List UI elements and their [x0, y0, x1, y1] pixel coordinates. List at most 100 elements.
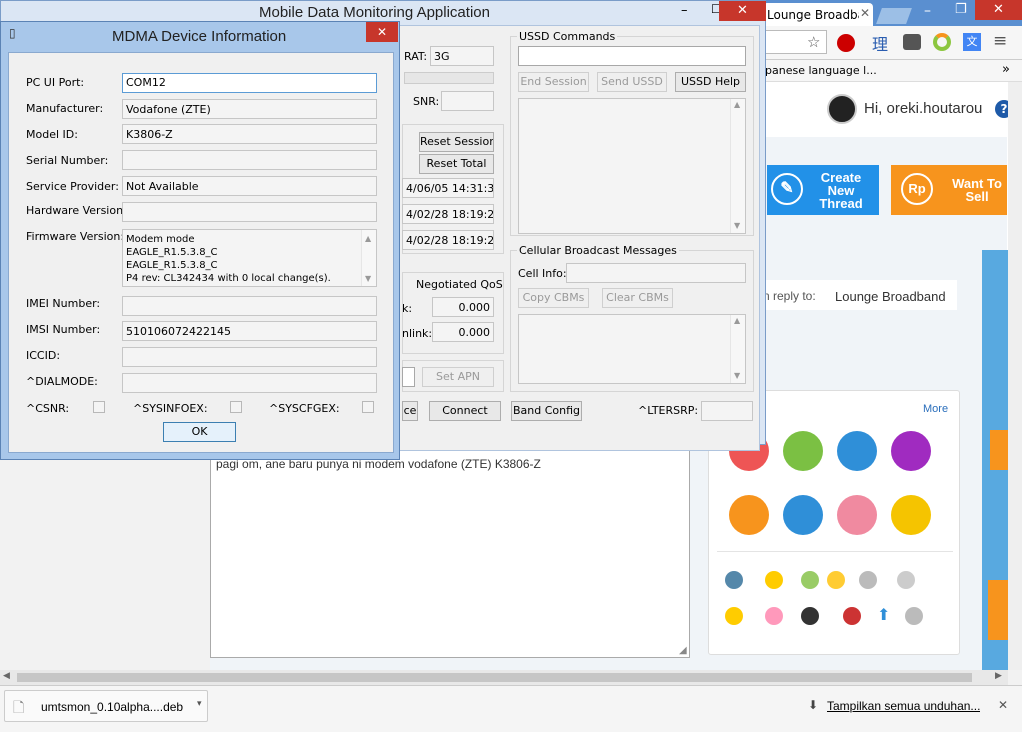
apn-input[interactable] [402, 367, 415, 387]
star-icon[interactable]: ☆ [807, 33, 820, 51]
csnr-checkbox[interactable] [93, 401, 105, 413]
dialog-close-button[interactable]: ✕ [366, 22, 398, 42]
scroll-down-icon[interactable]: ▼ [734, 221, 740, 230]
pc-ui-port-field[interactable]: COM12 [122, 73, 377, 93]
scroll-left-icon[interactable]: ◀ [3, 671, 10, 681]
emoticon-8[interactable] [891, 495, 931, 535]
scroll-thumb[interactable] [17, 673, 972, 682]
serial-number-field [122, 150, 377, 170]
syscfgex-checkbox[interactable] [362, 401, 374, 413]
clear-cbms-button[interactable]: Clear CBMs [602, 288, 673, 308]
cbm-scroll-up-icon[interactable]: ▲ [734, 316, 740, 325]
emoticon-4[interactable] [891, 431, 931, 471]
ussd-scrollbar[interactable]: ▲ ▼ [730, 99, 745, 233]
bookmark-item[interactable]: panese language l... [765, 64, 877, 77]
browser-tabstrip: Lounge Broadban ✕ – ❐ ✕ [757, 0, 1022, 26]
main-close-button[interactable]: ✕ [719, 1, 766, 21]
arrow-up-icon[interactable]: ⬆ [877, 605, 890, 624]
small-emoticon-1[interactable] [725, 571, 743, 589]
site-header: Hi, oreki.houtarou ? [757, 82, 1013, 137]
want-to-sell-button[interactable]: Rp Want To Sell [891, 165, 1007, 215]
small-emoticon-4[interactable] [827, 571, 845, 589]
small-emoticon-9[interactable] [801, 607, 819, 625]
uplink-label: k: [402, 302, 413, 315]
resize-grip-icon[interactable]: ◢ [679, 645, 687, 656]
minimize-icon[interactable]: – [924, 3, 931, 19]
bookmarks-overflow-icon[interactable]: » [1002, 62, 1010, 77]
send-ussd-button[interactable]: Send USSD [597, 72, 667, 92]
ussd-output[interactable]: ▲ ▼ [518, 98, 746, 234]
small-emoticon-6[interactable] [897, 571, 915, 589]
syscfgex-label: ^SYSCFGEX: [269, 402, 340, 415]
extension-icon-1[interactable] [837, 34, 855, 52]
create-thread-button[interactable]: ✎ Create New Thread [767, 165, 879, 215]
page-scrollbar[interactable] [1008, 82, 1022, 670]
device-info-button[interactable]: ce [402, 401, 418, 421]
rat-field: 3G [430, 46, 494, 66]
extension-icon-2[interactable] [903, 34, 921, 50]
dialmode-field [122, 373, 377, 393]
translate-icon[interactable]: 文 [963, 33, 981, 51]
emoticon-7[interactable] [837, 495, 877, 535]
horizontal-scrollbar[interactable]: ◀ ▶ [0, 670, 1008, 685]
firmware-scroll-up-icon[interactable]: ▲ [365, 232, 371, 245]
reply-to-value: Lounge Broadband [835, 289, 946, 304]
emoticon-2[interactable] [783, 431, 823, 471]
small-emoticon-10[interactable] [843, 607, 861, 625]
small-emoticon-2[interactable] [765, 571, 783, 589]
iccid-field [122, 347, 377, 367]
ok-button[interactable]: OK [163, 422, 236, 442]
show-all-downloads-link[interactable]: Tampilkan semua unduhan... [827, 699, 980, 713]
browser-tab[interactable]: Lounge Broadban ✕ [763, 3, 873, 26]
scroll-up-icon[interactable]: ▲ [734, 100, 740, 109]
address-bar[interactable]: ☆ 理 文 ≡ [757, 26, 1022, 60]
extension-icon-3[interactable] [933, 33, 951, 51]
end-session-button[interactable]: End Session [518, 72, 589, 92]
small-emoticon-8[interactable] [765, 607, 783, 625]
small-emoticon-11[interactable] [905, 607, 923, 625]
sysinfoex-checkbox[interactable] [230, 401, 242, 413]
rat-label: RAT: [404, 50, 428, 63]
scroll-right-icon[interactable]: ▶ [995, 671, 1002, 681]
more-link[interactable]: More [923, 403, 948, 415]
small-emoticon-7[interactable] [725, 607, 743, 625]
model-id-label: Model ID: [26, 128, 78, 141]
copy-cbms-button[interactable]: Copy CBMs [518, 288, 589, 308]
imsi-number-label: IMSI Number: [26, 323, 101, 336]
browser-close-button[interactable]: ✕ [975, 0, 1022, 20]
reply-to-label: n reply to: [763, 289, 816, 303]
emoticon-3[interactable] [837, 431, 877, 471]
cbm-output[interactable]: ▲ ▼ [518, 314, 746, 384]
restore-icon[interactable]: ❐ [955, 2, 967, 17]
close-shelf-icon[interactable]: ✕ [998, 698, 1008, 712]
main-minimize-icon[interactable]: – [681, 3, 688, 18]
tab-close-icon[interactable]: ✕ [860, 6, 870, 20]
small-emoticon-5[interactable] [859, 571, 877, 589]
rikaichan-icon[interactable]: 理 [872, 31, 888, 55]
menu-icon[interactable]: ≡ [993, 31, 1007, 51]
download-menu-icon[interactable]: ▾ [197, 699, 202, 709]
cbm-group-label: Cellular Broadcast Messages [517, 244, 679, 257]
new-tab-button[interactable] [876, 8, 912, 24]
ltersrp-label: ^LTERSRP: [638, 404, 699, 417]
download-item[interactable]: 🗋 umtsmon_0.10alpha....deb ▾ [4, 690, 208, 722]
firmware-line-1: Modem mode [126, 234, 195, 245]
cbm-scrollbar[interactable]: ▲ ▼ [730, 315, 745, 383]
uplink-field: 0.000 [432, 297, 494, 317]
emoticon-6[interactable] [783, 495, 823, 535]
reply-editor[interactable]: pagi om, ane baru punya ni modem vodafon… [210, 440, 690, 658]
ussd-input[interactable] [518, 46, 746, 66]
cbm-scroll-down-icon[interactable]: ▼ [734, 371, 740, 380]
set-apn-button[interactable]: Set APN [422, 367, 494, 387]
reset-total-button[interactable]: Reset Total [419, 154, 494, 174]
small-emoticon-3[interactable] [801, 571, 819, 589]
reset-session-button[interactable]: Reset Session [419, 132, 494, 152]
user-greeting[interactable]: Hi, oreki.houtarou [864, 100, 982, 117]
emoticon-5[interactable] [729, 495, 769, 535]
connect-button[interactable]: Connect [429, 401, 501, 421]
avatar[interactable] [827, 94, 857, 124]
firmware-scroll-down-icon[interactable]: ▼ [365, 272, 371, 285]
ussd-help-button[interactable]: USSD Help [675, 72, 746, 92]
firmware-scrollbar[interactable]: ▲ ▼ [361, 230, 376, 286]
band-config-button[interactable]: Band Config [511, 401, 582, 421]
